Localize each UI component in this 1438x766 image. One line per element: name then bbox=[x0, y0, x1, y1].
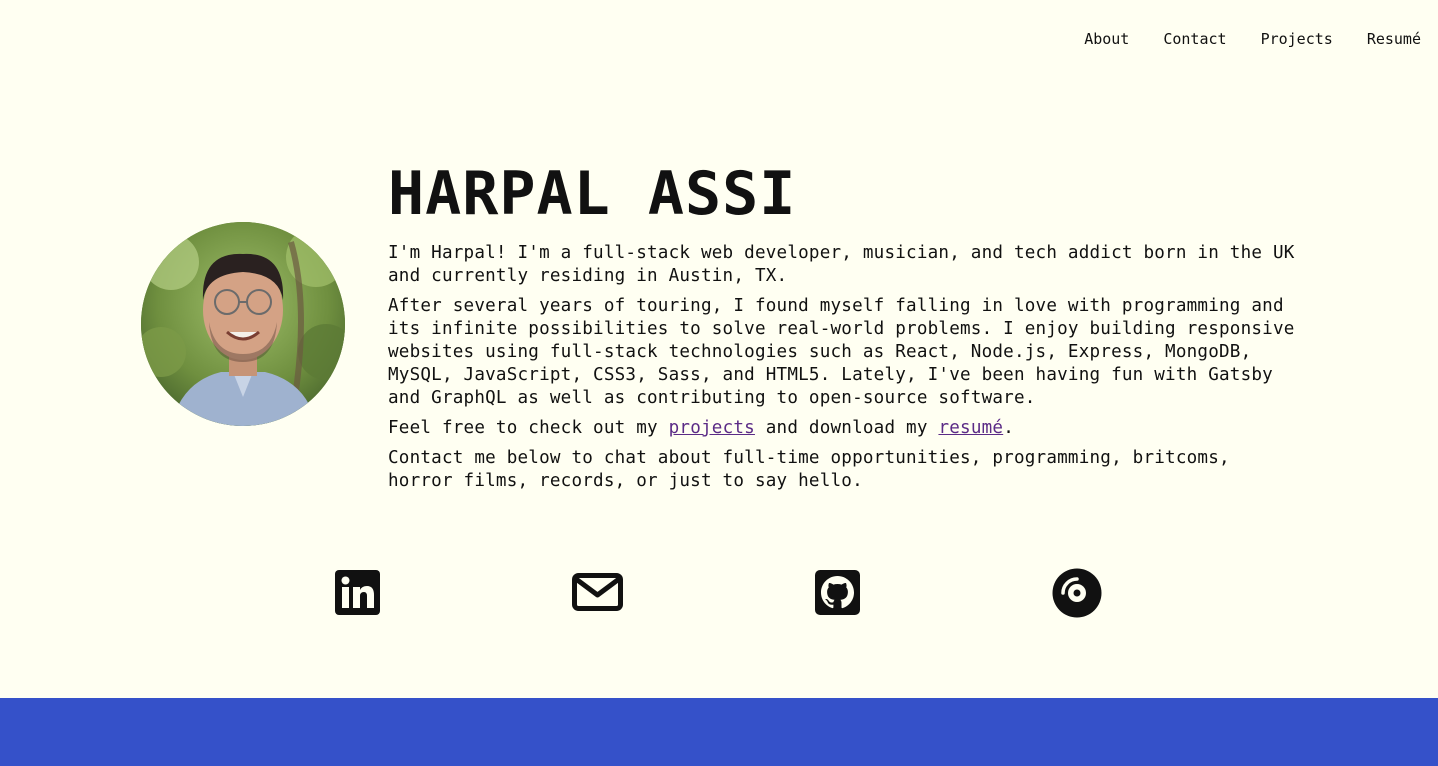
top-nav: About Contact Projects Resumé bbox=[1084, 29, 1421, 49]
resume-link[interactable]: resumé bbox=[938, 418, 1003, 438]
email-icon[interactable] bbox=[572, 573, 623, 623]
vinyl-record-icon[interactable] bbox=[1052, 568, 1102, 618]
page-title: HARPAL ASSI bbox=[388, 159, 797, 229]
social-links bbox=[0, 568, 1438, 618]
intro-paragraph-3-end: . bbox=[1003, 418, 1014, 438]
intro-paragraph-3: Feel free to check out my projects and d… bbox=[388, 417, 1298, 440]
nav-contact-link[interactable]: Contact bbox=[1163, 29, 1226, 49]
page: About Contact Projects Resumé HARPAL ASS… bbox=[0, 0, 1438, 766]
nav-about-link[interactable]: About bbox=[1084, 29, 1129, 49]
github-icon[interactable] bbox=[815, 570, 860, 620]
footer-band bbox=[0, 698, 1438, 766]
intro-paragraph-3-start: Feel free to check out my bbox=[388, 418, 669, 438]
intro-paragraph-3-middle: and download my bbox=[754, 418, 939, 438]
projects-link[interactable]: projects bbox=[669, 418, 755, 438]
nav-resume-link[interactable]: Resumé bbox=[1367, 29, 1421, 49]
nav-projects-link[interactable]: Projects bbox=[1261, 29, 1333, 49]
intro-paragraph-4: Contact me below to chat about full-time… bbox=[388, 448, 1230, 491]
intro-section: HARPAL ASSI I'm Harpal! I'm a full-stack… bbox=[388, 158, 1298, 500]
profile-photo bbox=[141, 222, 345, 426]
intro-paragraph-2: After several years of touring, I found … bbox=[388, 296, 1295, 408]
intro-paragraph-1: I'm Harpal! I'm a full-stack web develop… bbox=[388, 243, 1295, 286]
linkedin-icon[interactable] bbox=[335, 570, 380, 620]
